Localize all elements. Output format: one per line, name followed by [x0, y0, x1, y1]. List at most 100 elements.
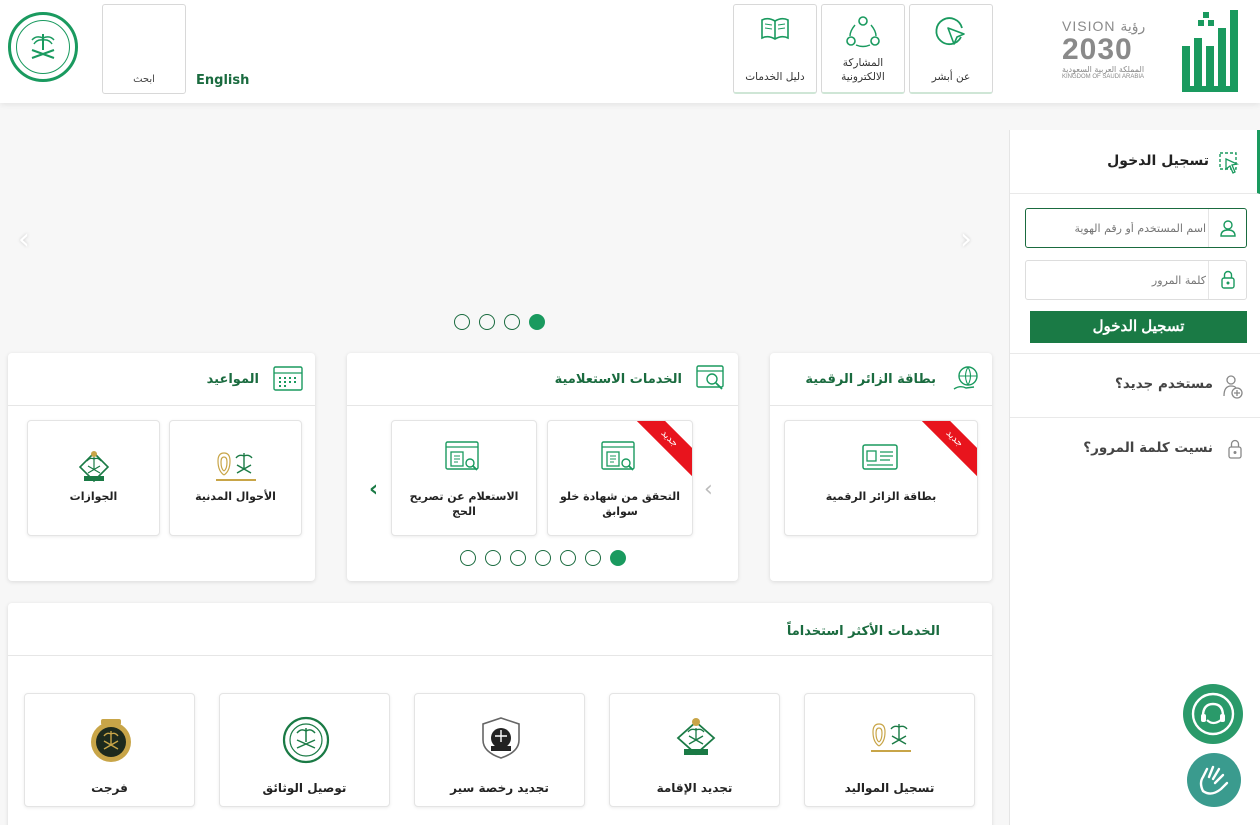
username-field[interactable]: [1025, 208, 1247, 248]
inquiry-tile[interactable]: الاستعلام عن تصريح الحج: [391, 420, 537, 536]
most-used-panel: الخدمات الأكثر استخداماً تسجيل المواليد …: [8, 603, 992, 825]
carousel-prev-arrow[interactable]: ‹: [18, 222, 30, 257]
username-input[interactable]: [1036, 209, 1206, 247]
search-label: ابحث: [133, 74, 155, 85]
services-guide-label: دليل الخدمات: [745, 71, 805, 83]
sign-language-button[interactable]: [1187, 753, 1241, 807]
new-user-link[interactable]: مستخدم جديد؟: [1010, 353, 1260, 417]
login-submit-button[interactable]: تسجيل الدخول: [1030, 311, 1247, 343]
civil-affairs-logo-icon: [871, 723, 911, 752]
inquiry-dot[interactable]: [485, 550, 501, 566]
vision-2030-logo: VISION رؤية 2030 المملكة العربية السعودي…: [1062, 18, 1170, 92]
inquiry-dots: [460, 550, 626, 566]
carousel-dot[interactable]: [504, 314, 520, 330]
civil-affairs-logo-icon: [216, 452, 256, 481]
forgot-password-link[interactable]: نسيت كلمة المرور؟: [1010, 417, 1260, 481]
vehicle-license-renewal-label: تجديد رخصة سير: [450, 781, 549, 795]
about-absher-label: عن أبشر: [931, 71, 971, 83]
forgot-password-label: نسيت كلمة المرور؟: [1083, 440, 1213, 456]
birth-registration-label: تسجيل المواليد: [844, 781, 935, 795]
password-input[interactable]: [1036, 261, 1206, 299]
iqama-renewal-tile[interactable]: تجديد الإقامة: [609, 693, 780, 807]
new-badge: جديد: [630, 421, 692, 478]
vision-line4: KINGDOM OF SAUDI ARABIA: [1062, 74, 1145, 80]
palm-swords-icon: [31, 34, 55, 59]
passports-label: الجوازات: [69, 490, 118, 503]
iqama-renewal-label: تجديد الإقامة: [656, 781, 733, 795]
login-header: تسجيل الدخول: [1010, 130, 1260, 194]
inquiry-dot[interactable]: [585, 550, 601, 566]
new-user-label: مستخدم جديد؟: [1115, 376, 1213, 392]
password-field[interactable]: [1025, 260, 1247, 300]
absher-logo[interactable]: [1178, 8, 1240, 94]
add-user-icon: [1223, 375, 1243, 399]
inquiry-services-title: الخدمات الاستعلامية: [554, 372, 682, 387]
document-search-icon: [601, 441, 635, 471]
inquiry-services-panel: الخدمات الاستعلامية ‹ جديد التحقق من شها…: [347, 353, 738, 581]
inquiry-dot[interactable]: [510, 550, 526, 566]
vehicle-license-renewal-tile[interactable]: تجديد رخصة سير: [414, 693, 585, 807]
farajat-logo-icon: [91, 719, 131, 762]
carousel-dot-active[interactable]: [529, 314, 545, 330]
inquiry-dot[interactable]: [535, 550, 551, 566]
visitor-card-tile-label: بطاقة الزائر الرقمية: [825, 490, 937, 503]
e-participation-button[interactable]: المشاركة الالكترونية: [821, 4, 905, 94]
farajat-tile[interactable]: فرجت: [24, 693, 195, 807]
click-cursor-icon: [1219, 152, 1239, 174]
visitor-card-tile[interactable]: جديد بطاقة الزائر الرقمية: [784, 420, 978, 536]
ministry-emblem-icon: [282, 716, 330, 764]
inquiry-dot-active[interactable]: [610, 550, 626, 566]
globe-hand-icon: [953, 366, 978, 390]
inquiry-next-arrow[interactable]: ‹: [369, 477, 378, 502]
passports-logo-icon: [676, 718, 716, 756]
top-header: ابحث English دليل الخدمات المشاركة الالك…: [0, 0, 1260, 103]
document-delivery-tile[interactable]: توصيل الوثائق: [219, 693, 390, 807]
support-chat-button[interactable]: [1183, 684, 1243, 744]
birth-registration-tile[interactable]: تسجيل المواليد: [804, 693, 975, 807]
visitor-card-header: بطاقة الزائر الرقمية: [770, 353, 992, 406]
language-toggle-link[interactable]: English: [196, 73, 249, 88]
inquiry-dot[interactable]: [560, 550, 576, 566]
visitor-card-panel: بطاقة الزائر الرقمية جديد بطاقة الزائر ا…: [770, 353, 992, 581]
lock-question-icon: [1228, 439, 1242, 459]
traffic-police-logo-icon: [482, 717, 520, 759]
inquiry-dot[interactable]: [460, 550, 476, 566]
carousel-dot[interactable]: [454, 314, 470, 330]
document-search-icon: [445, 441, 479, 471]
login-title: تسجيل الدخول: [1107, 153, 1209, 169]
passports-tile[interactable]: الجوازات: [27, 420, 160, 536]
search-button[interactable]: ابحث: [102, 4, 186, 94]
carousel-next-arrow[interactable]: ›: [960, 222, 972, 257]
most-used-title: الخدمات الأكثر استخداماً: [786, 624, 940, 639]
civil-affairs-tile[interactable]: الأحوال المدنية: [169, 420, 302, 536]
carousel-dot[interactable]: [479, 314, 495, 330]
new-badge: جديد: [915, 421, 977, 478]
inquiry-tile[interactable]: جديد التحقق من شهادة خلو سوابق: [547, 420, 693, 536]
inquiry-services-header: الخدمات الاستعلامية: [347, 353, 738, 406]
calendar-icon: [273, 366, 303, 391]
ministry-emblem-logo[interactable]: [8, 12, 78, 82]
user-icon: [1208, 209, 1246, 247]
lock-icon: [1208, 261, 1246, 299]
inquiry-tile-label: الاستعلام عن تصريح الحج: [409, 490, 519, 518]
passports-logo-icon: [78, 451, 110, 483]
services-guide-button[interactable]: دليل الخدمات: [733, 4, 817, 94]
appointments-panel: المواعيد الأحوال المدنية الجوازات: [8, 353, 315, 581]
most-used-header: الخدمات الأكثر استخداماً: [8, 603, 992, 656]
vision-line3: المملكة العربية السعودية: [1062, 65, 1145, 74]
inquiry-prev-arrow[interactable]: ‹: [704, 477, 713, 502]
about-absher-button[interactable]: عن أبشر: [909, 4, 993, 94]
farajat-label: فرجت: [91, 781, 128, 795]
headset-support-icon: [1191, 692, 1235, 736]
cursor-circle-icon: [935, 17, 965, 46]
sign-language-hands-icon: [1199, 765, 1229, 795]
carousel-dots: [454, 314, 545, 330]
document-delivery-label: توصيل الوثائق: [262, 781, 347, 795]
appointments-title: المواعيد: [206, 372, 259, 387]
appointments-header: المواعيد: [8, 353, 315, 406]
e-participation-label: المشاركة الالكترونية: [841, 57, 885, 83]
share-network-icon: [846, 16, 880, 48]
civil-affairs-label: الأحوال المدنية: [195, 490, 276, 503]
vision-line2: 2030: [1062, 33, 1133, 66]
book-icon: [761, 17, 789, 40]
